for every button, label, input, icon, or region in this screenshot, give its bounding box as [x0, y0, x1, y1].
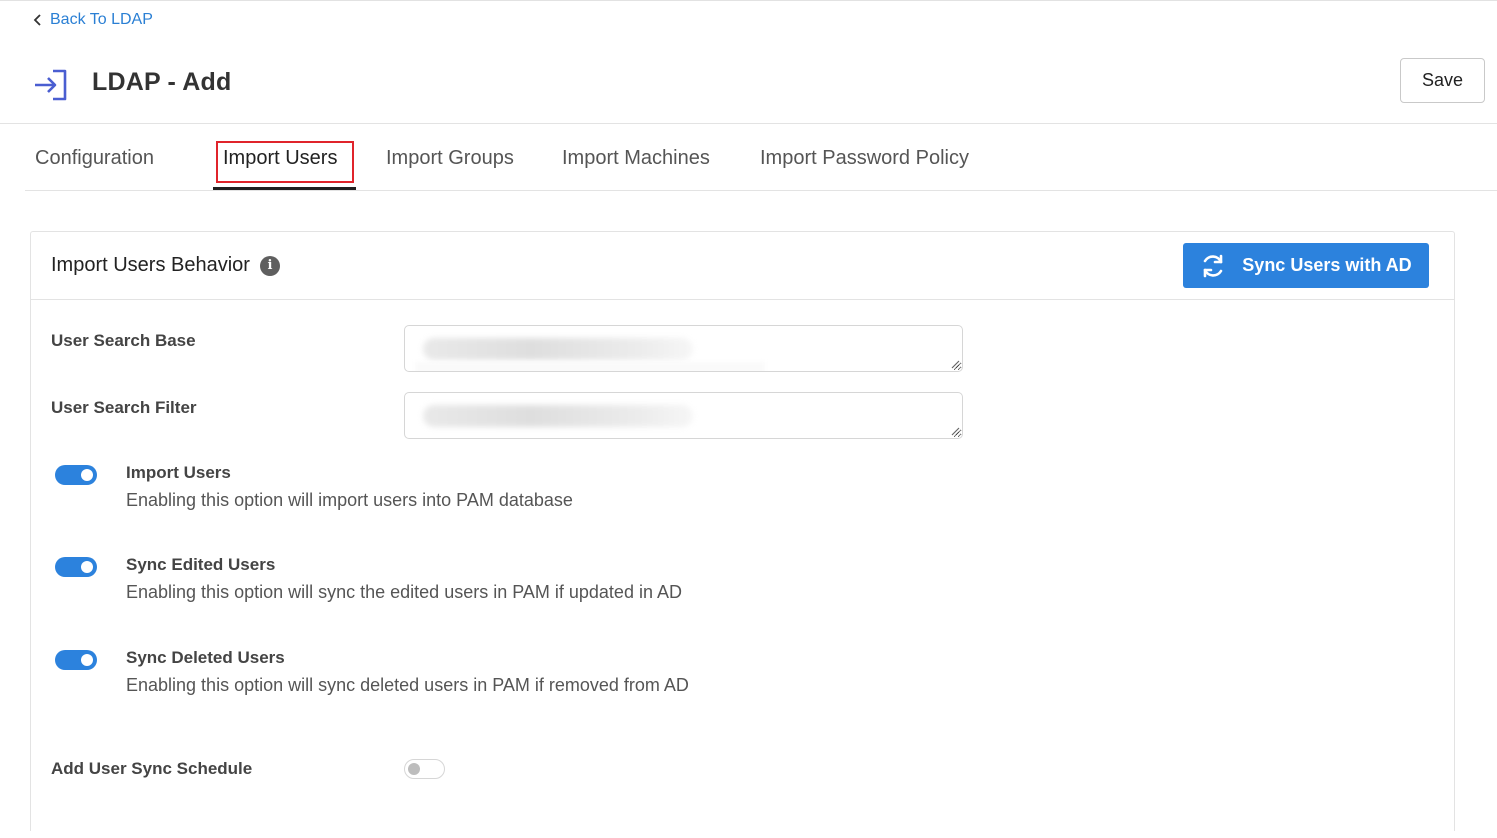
toggle-knob: [81, 469, 93, 481]
redacted-value-tail: [415, 362, 765, 371]
page-header: LDAP - Add Save: [0, 50, 1497, 124]
add-user-sync-schedule-label: Add User Sync Schedule: [51, 759, 253, 778]
option-description: Enabling this option will import users i…: [126, 490, 573, 510]
page-title: LDAP - Add: [92, 68, 232, 96]
toggle-knob: [81, 561, 93, 573]
tab-import-groups[interactable]: Import Groups: [386, 125, 514, 191]
resize-handle-icon[interactable]: [951, 427, 960, 436]
save-button[interactable]: Save: [1400, 58, 1485, 103]
option-title: Sync Edited Users: [126, 555, 276, 574]
sync-edited-users-toggle[interactable]: [55, 557, 97, 577]
tab-bar: Configuration Import Users Import Groups…: [25, 125, 1497, 191]
refresh-icon: [1203, 254, 1223, 277]
option-title: Sync Deleted Users: [126, 648, 285, 667]
tab-import-password-policy[interactable]: Import Password Policy: [760, 125, 969, 191]
sync-schedule-toggle[interactable]: [404, 759, 445, 779]
option-title: Import Users: [126, 463, 231, 482]
active-tab-highlight: [216, 141, 354, 183]
top-border: [0, 0, 1497, 1]
import-users-toggle[interactable]: [55, 465, 97, 485]
sign-in-icon: [35, 69, 67, 101]
sync-button-label: Sync Users with AD: [1242, 255, 1412, 275]
toggle-knob: [408, 763, 420, 775]
card-title: Import Users Behavior i: [51, 254, 280, 277]
user-search-base-input[interactable]: [404, 325, 963, 372]
chevron-left-icon: [33, 14, 41, 26]
card-title-text: Import Users Behavior: [51, 254, 250, 276]
active-tab-underline: [213, 187, 356, 190]
redacted-value: [423, 405, 693, 427]
resize-handle-icon[interactable]: [951, 360, 960, 369]
sync-users-button[interactable]: Sync Users with AD: [1183, 243, 1429, 288]
back-link-label: Back To LDAP: [50, 11, 153, 28]
user-search-filter-input[interactable]: [404, 392, 963, 439]
sync-deleted-users-toggle[interactable]: [55, 650, 97, 670]
option-description: Enabling this option will sync the edite…: [126, 582, 682, 602]
toggle-knob: [81, 654, 93, 666]
back-to-ldap-link[interactable]: Back To LDAP: [33, 11, 153, 29]
user-search-filter-label: User Search Filter: [51, 398, 197, 417]
option-description: Enabling this option will sync deleted u…: [126, 675, 689, 695]
card-header: Import Users Behavior i Sync Users with …: [31, 232, 1454, 300]
redacted-value: [423, 338, 693, 360]
tab-import-machines[interactable]: Import Machines: [562, 125, 710, 191]
user-search-base-label: User Search Base: [51, 331, 196, 350]
info-icon[interactable]: i: [259, 255, 280, 276]
import-users-card: Import Users Behavior i Sync Users with …: [30, 231, 1455, 831]
tab-configuration[interactable]: Configuration: [35, 125, 154, 191]
